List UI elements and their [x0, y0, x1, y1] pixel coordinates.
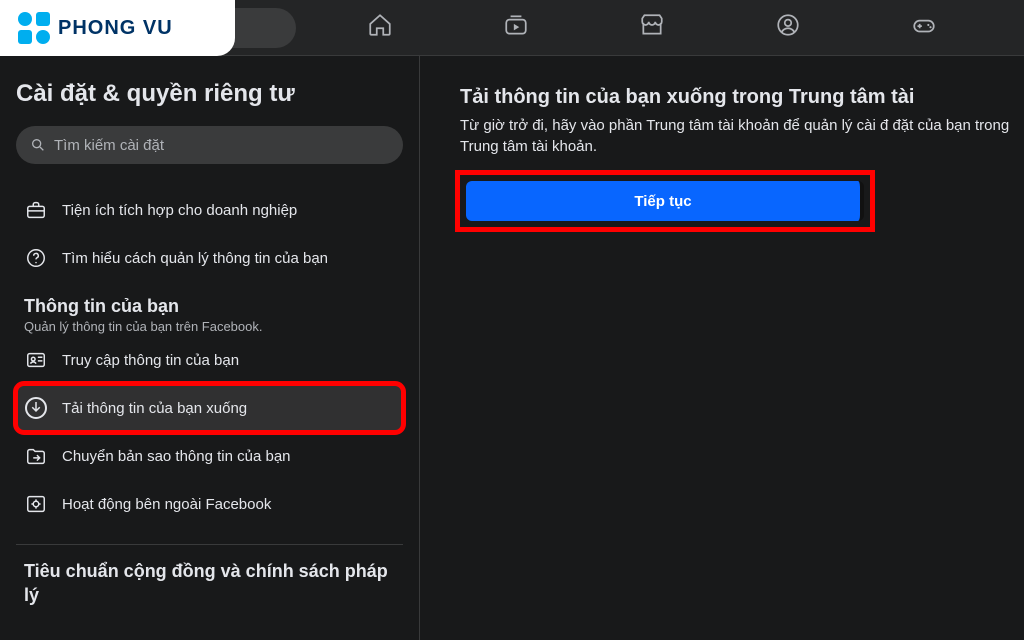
top-tabs — [296, 6, 1008, 49]
search-icon — [30, 137, 46, 153]
sidebar-item-transfer-copy[interactable]: Chuyển bản sao thông tin của bạn — [16, 432, 403, 480]
sidebar-item-label: Tải thông tin của bạn xuống — [62, 400, 247, 417]
sidebar-section-your-info: Thông tin của bạn Quản lý thông tin của … — [24, 296, 395, 334]
sidebar-item-label: Chuyển bản sao thông tin của bạn — [62, 448, 291, 465]
gaming-tab[interactable] — [901, 6, 947, 49]
continue-highlight: Tiếp tục — [460, 175, 870, 227]
sidebar-item-off-facebook[interactable]: Hoạt động bên ngoài Facebook — [16, 480, 403, 528]
sidebar-item-label: Tìm hiểu cách quản lý thông tin của bạn — [62, 250, 328, 267]
divider — [16, 544, 403, 545]
sidebar-item-label: Truy cập thông tin của bạn — [62, 352, 239, 369]
settings-search-input[interactable]: Tìm kiếm cài đặt — [16, 126, 403, 164]
section-title: Thông tin của bạn — [24, 296, 395, 317]
video-tab[interactable] — [493, 6, 539, 49]
settings-search-placeholder: Tìm kiếm cài đặt — [54, 137, 164, 154]
main-panel: Tải thông tin của bạn xuống trong Trung … — [420, 56, 1024, 640]
sidebar-title: Cài đặt & quyền riêng tư — [16, 80, 403, 108]
sidebar-item-access-info[interactable]: Truy cập thông tin của bạn — [16, 336, 403, 384]
main-description: Từ giờ trở đi, hãy vào phần Trung tâm tà… — [460, 115, 1020, 157]
folder-arrow-icon — [25, 445, 47, 467]
id-card-icon — [25, 349, 47, 371]
activity-icon — [25, 493, 47, 515]
sidebar-item-download-info[interactable]: Tải thông tin của bạn xuống — [16, 384, 403, 432]
question-circle-icon — [25, 247, 47, 269]
main-title: Tải thông tin của bạn xuống trong Trung … — [460, 86, 1024, 109]
groups-tab[interactable] — [765, 6, 811, 49]
sidebar-item-label: Tiện ích tích hợp cho doanh nghiệp — [62, 202, 297, 219]
brand-overlay: PHONG VU — [0, 0, 235, 56]
briefcase-icon — [25, 199, 47, 221]
section-subtitle: Quản lý thông tin của bạn trên Facebook. — [24, 319, 395, 334]
home-tab[interactable] — [357, 6, 403, 49]
video-icon — [503, 12, 529, 38]
marketplace-icon — [639, 12, 665, 38]
groups-icon — [775, 12, 801, 38]
marketplace-tab[interactable] — [629, 6, 675, 49]
home-icon — [367, 12, 393, 38]
gaming-icon — [911, 12, 937, 38]
continue-button[interactable]: Tiếp tục — [466, 181, 864, 221]
sidebar-item-business-integrations[interactable]: Tiện ích tích hợp cho doanh nghiệp — [16, 186, 403, 234]
settings-sidebar: Cài đặt & quyền riêng tư Tìm kiếm cài đặ… — [0, 56, 420, 640]
sidebar-item-learn-manage-info[interactable]: Tìm hiểu cách quản lý thông tin của bạn — [16, 234, 403, 282]
brand-logo-icon — [18, 12, 50, 44]
brand-name: PHONG VU — [58, 17, 173, 40]
sidebar-item-label: Hoạt động bên ngoài Facebook — [62, 496, 271, 513]
download-icon — [25, 397, 47, 419]
sidebar-section-community-standards: Tiêu chuẩn cộng đồng và chính sách pháp … — [24, 559, 395, 608]
